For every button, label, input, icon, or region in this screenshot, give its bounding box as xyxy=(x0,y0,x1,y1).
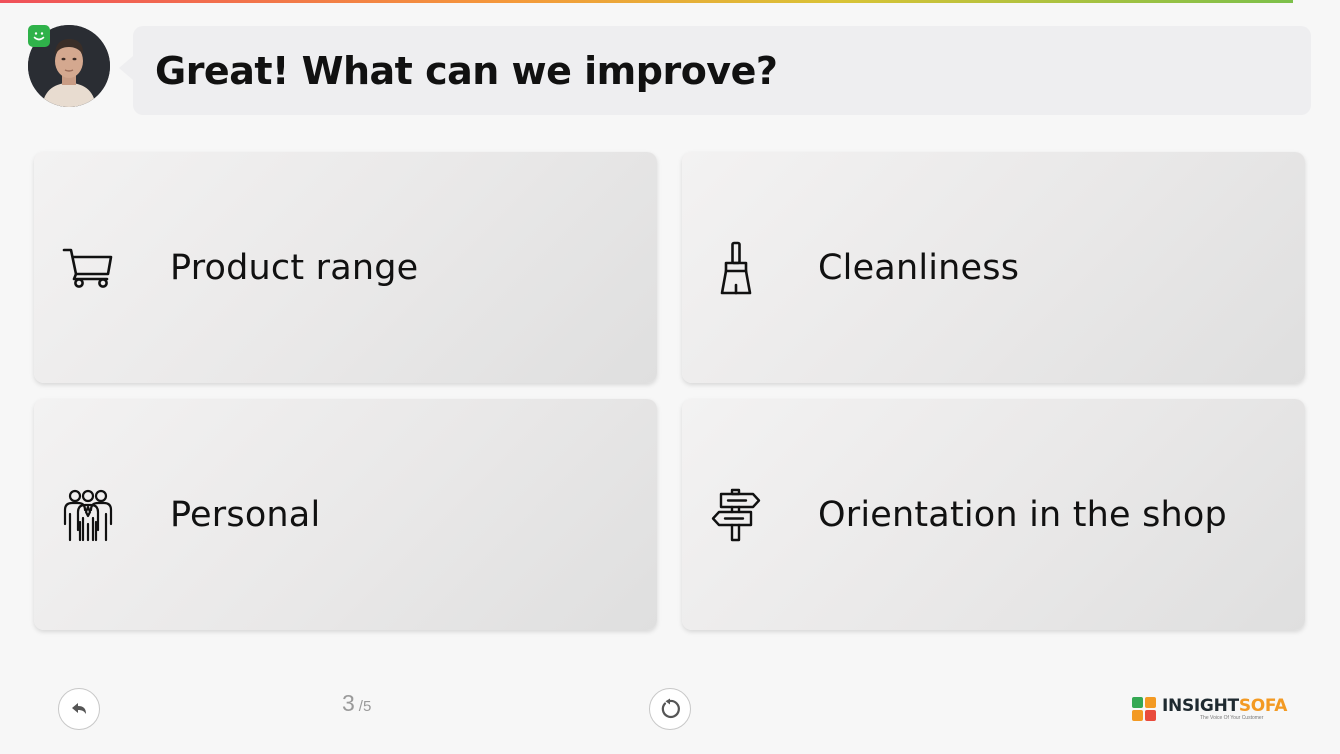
logo-wordmark: INSIGHTSOFA xyxy=(1162,697,1287,715)
restart-icon xyxy=(661,698,680,719)
back-arrow-icon xyxy=(72,703,86,714)
page-counter: 3/5 xyxy=(342,690,371,717)
option-personal[interactable]: Personal xyxy=(34,399,657,630)
option-product-range[interactable]: Product range xyxy=(34,152,657,383)
progress-track xyxy=(0,0,1340,3)
back-button[interactable] xyxy=(58,688,100,730)
option-cleanliness[interactable]: Cleanliness xyxy=(682,152,1305,383)
page-total: /5 xyxy=(358,698,372,715)
brand-logo: INSIGHTSOFA The Voice Of Your Customer xyxy=(1132,697,1287,721)
smiley-badge-icon xyxy=(28,25,50,47)
progress-bar xyxy=(0,0,1294,3)
signpost-icon xyxy=(709,488,763,542)
option-label: Product range xyxy=(170,247,419,288)
option-label: Cleanliness xyxy=(818,247,1020,288)
staff-group-icon xyxy=(61,488,115,542)
logo-wordmark-a: INSIGHT xyxy=(1162,696,1239,716)
option-label: Personal xyxy=(170,494,321,535)
broom-icon xyxy=(709,241,763,295)
option-orientation[interactable]: Orientation in the shop xyxy=(682,399,1305,630)
page-current: 3 xyxy=(342,690,355,716)
logo-mark-icon xyxy=(1132,697,1156,721)
restart-button[interactable] xyxy=(649,688,691,730)
logo-wordmark-b: SOFA xyxy=(1238,696,1288,716)
shopping-cart-icon xyxy=(61,241,115,295)
question-title: Great! What can we improve? xyxy=(155,48,778,93)
option-label: Orientation in the shop xyxy=(818,494,1227,535)
question-bubble: Great! What can we improve? xyxy=(119,26,1311,115)
